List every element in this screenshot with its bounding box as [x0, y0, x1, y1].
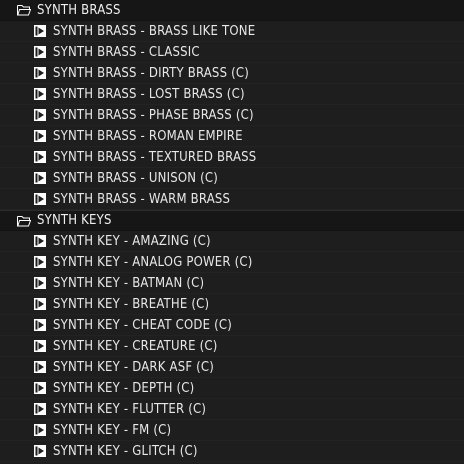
preset-file-icon	[34, 445, 46, 457]
preset-label: SYNTH BRASS - UNISON (C)	[53, 170, 219, 186]
preset-row[interactable]: SYNTH BRASS - UNISON (C)	[0, 168, 464, 189]
preset-label: SYNTH BRASS - ROMAN EMPIRE	[53, 128, 243, 144]
preset-file-icon	[34, 361, 46, 373]
preset-label: SYNTH BRASS - WARM BRASS	[53, 191, 231, 207]
preset-label: SYNTH BRASS - LOST BRASS (C)	[53, 86, 245, 102]
preset-label: SYNTH KEY - DARK ASF (C)	[53, 359, 215, 375]
preset-row[interactable]: SYNTH KEY - BREATHE (C)	[0, 294, 464, 315]
preset-label: SYNTH KEY - BATMAN (C)	[53, 275, 205, 291]
preset-label: SYNTH BRASS - PHASE BRASS (C)	[53, 107, 254, 123]
preset-label: SYNTH KEY - GLITCH (C)	[53, 443, 198, 459]
preset-row[interactable]: SYNTH BRASS - LOST BRASS (C)	[0, 84, 464, 105]
preset-label: SYNTH KEY - DEPTH (C)	[53, 380, 195, 396]
folder-open-icon	[17, 215, 31, 227]
folder-open-icon	[17, 4, 31, 16]
preset-file-icon	[34, 235, 46, 247]
preset-row[interactable]: SYNTH KEY - CREATURE (C)	[0, 336, 464, 357]
preset-file-icon	[34, 403, 46, 415]
folder-label: SYNTH BRASS	[37, 2, 121, 18]
preset-label: SYNTH KEY - CHEAT CODE (C)	[53, 317, 232, 333]
preset-file-icon	[34, 25, 46, 37]
preset-label: SYNTH KEY - AMAZING (C)	[53, 233, 211, 249]
preset-row[interactable]: SYNTH KEY - CHEAT CODE (C)	[0, 315, 464, 336]
preset-file-icon	[34, 130, 46, 142]
preset-row[interactable]: SYNTH KEY - AMAZING (C)	[0, 231, 464, 252]
preset-row[interactable]: SYNTH KEY - DEPTH (C)	[0, 378, 464, 399]
folder-row[interactable]: SYNTH KEYS	[0, 210, 464, 231]
preset-row[interactable]: SYNTH BRASS - ROMAN EMPIRE	[0, 126, 464, 147]
preset-file-icon	[34, 46, 46, 58]
preset-row[interactable]: SYNTH BRASS - WARM BRASS	[0, 189, 464, 210]
preset-file-icon	[34, 172, 46, 184]
preset-row[interactable]: SYNTH KEY - FLUTTER (C)	[0, 399, 464, 420]
preset-label: SYNTH BRASS - BRASS LIKE TONE	[53, 23, 256, 39]
preset-label: SYNTH BRASS - CLASSIC	[53, 44, 200, 60]
preset-browser: SYNTH BRASS SYNTH BRASS - BRASS LIKE TONE…	[0, 0, 464, 464]
preset-row[interactable]: SYNTH KEY - ANALOG POWER (C)	[0, 252, 464, 273]
preset-label: SYNTH KEY - FLUTTER (C)	[53, 401, 207, 417]
preset-label: SYNTH KEY - FM (C)	[53, 422, 172, 438]
preset-file-icon	[34, 424, 46, 436]
preset-file-icon	[34, 340, 46, 352]
preset-file-icon	[34, 382, 46, 394]
folder-row[interactable]: SYNTH BRASS	[0, 0, 464, 21]
preset-row[interactable]: SYNTH BRASS - CLASSIC	[0, 42, 464, 63]
preset-row[interactable]: SYNTH BRASS - DIRTY BRASS (C)	[0, 63, 464, 84]
preset-label: SYNTH KEY - CREATURE (C)	[53, 338, 218, 354]
preset-row[interactable]: SYNTH BRASS - PHASE BRASS (C)	[0, 105, 464, 126]
preset-row[interactable]: SYNTH BRASS - BRASS LIKE TONE	[0, 21, 464, 42]
preset-file-icon	[34, 298, 46, 310]
preset-label: SYNTH BRASS - DIRTY BRASS (C)	[53, 65, 250, 81]
preset-row[interactable]: SYNTH KEY - FM (C)	[0, 420, 464, 441]
preset-file-icon	[34, 256, 46, 268]
folder-label: SYNTH KEYS	[37, 213, 112, 228]
preset-label: SYNTH BRASS - TEXTURED BRASS	[53, 149, 257, 165]
preset-row[interactable]: SYNTH KEY - DARK ASF (C)	[0, 357, 464, 378]
preset-file-icon	[34, 319, 46, 331]
preset-label: SYNTH KEY - ANALOG POWER (C)	[53, 254, 253, 270]
preset-label: SYNTH KEY - BREATHE (C)	[53, 296, 210, 312]
preset-file-icon	[34, 151, 46, 163]
preset-file-icon	[34, 109, 46, 121]
preset-file-icon	[34, 88, 46, 100]
preset-row[interactable]: SYNTH KEY - BATMAN (C)	[0, 273, 464, 294]
preset-file-icon	[34, 67, 46, 79]
preset-file-icon	[34, 277, 46, 289]
preset-row[interactable]: SYNTH KEY - GLITCH (C)	[0, 441, 464, 462]
preset-row[interactable]: SYNTH BRASS - TEXTURED BRASS	[0, 147, 464, 168]
preset-file-icon	[34, 193, 46, 205]
